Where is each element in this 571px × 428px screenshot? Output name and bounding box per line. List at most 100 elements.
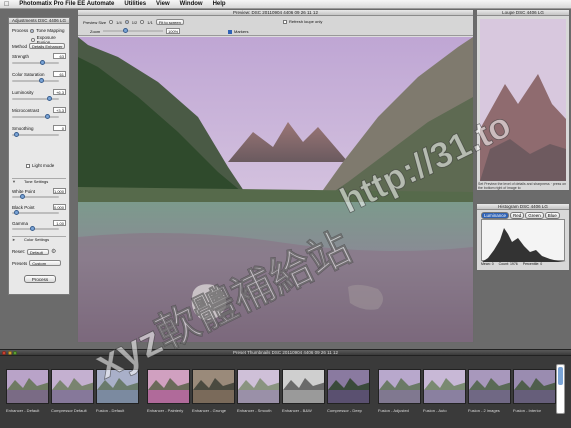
presets-row: Presets Custom	[12, 260, 66, 266]
refresh-loupe-checkbox[interactable]	[283, 19, 287, 24]
loupe-image[interactable]	[480, 19, 566, 181]
slider-row: Strength 63	[12, 53, 66, 59]
zoom-slider[interactable]	[103, 28, 164, 33]
size-quarter-label: 1/4	[116, 19, 122, 25]
thumbnail-image	[514, 370, 555, 403]
size-full-radio[interactable]	[140, 20, 145, 24]
slider-value-field[interactable]: 0	[53, 125, 66, 131]
gamma-slider[interactable]	[12, 226, 59, 231]
preset-thumbnail[interactable]	[513, 369, 556, 404]
presets-select[interactable]: Custom	[29, 260, 62, 266]
preset-thumbnail-label: Enhancer - Painterly	[147, 408, 184, 413]
preset-thumbnail[interactable]	[423, 369, 466, 404]
histogram-window: Histogram DSC 4406 LG Luminance Red Gree…	[476, 203, 570, 271]
method-row: Method Details Enhancer	[12, 43, 66, 49]
white-point-slider[interactable]	[12, 194, 59, 199]
hist-stat: Mean: 0	[481, 262, 494, 266]
reset-select[interactable]: Default	[27, 248, 50, 255]
preset-thumbnail[interactable]	[192, 369, 235, 404]
preset-thumbnail[interactable]	[327, 369, 370, 404]
preset-thumbnail[interactable]	[468, 369, 511, 404]
menu-view[interactable]: View	[156, 1, 170, 7]
menu-utilities[interactable]: Utilities	[124, 1, 146, 7]
slider-knob[interactable]	[47, 96, 53, 101]
adjustment-slider[interactable]	[12, 60, 59, 65]
adjustment-slider[interactable]	[12, 114, 59, 119]
preset-thumbnail-label: Fusion - 2 images	[468, 408, 500, 413]
apple-icon[interactable]: 	[4, 1, 9, 8]
zoom-icon[interactable]	[13, 351, 17, 355]
black-point-field[interactable]: 0.000	[53, 204, 66, 210]
slider-label: Microcontrast	[12, 107, 40, 113]
preset-thumbnail[interactable]	[147, 369, 190, 404]
preset-thumbnail[interactable]	[237, 369, 280, 404]
preset-thumbnail-label: Fusion - Auto	[423, 408, 447, 413]
menu-bar:  Photomatix Pro File EE Automate Utilit…	[0, 0, 571, 9]
exposure-fusion-radio[interactable]	[31, 38, 35, 42]
preview-title: Preview: DSC 20110904 4406 09 26 11 12	[233, 10, 318, 15]
markers-checkbox[interactable]	[228, 29, 232, 34]
zoom-slider-knob[interactable]	[123, 28, 129, 33]
preset-thumbnail[interactable]	[282, 369, 325, 404]
slider-knob[interactable]	[38, 78, 44, 83]
slider-knob[interactable]	[20, 194, 25, 199]
slider-knob[interactable]	[39, 60, 45, 65]
black-point-slider[interactable]	[12, 210, 59, 215]
disclosure-triangle-icon[interactable]: ►	[12, 237, 16, 242]
minimize-icon[interactable]	[7, 351, 12, 355]
slider-value-field[interactable]: 63	[53, 53, 66, 59]
tab-red[interactable]: Red	[510, 212, 525, 219]
slider-knob[interactable]	[44, 114, 50, 119]
color-settings-divider: ► Color Settings	[12, 236, 66, 242]
menu-help[interactable]: Help	[213, 1, 226, 7]
slider-knob[interactable]	[14, 210, 19, 215]
markers-label: Markers	[234, 29, 249, 34]
tone-settings-divider: ▼ Tone Settings	[12, 178, 66, 184]
disclosure-triangle-icon[interactable]: ▼	[12, 179, 16, 184]
preset-thumbnail-label: Enhancer - Smooth	[237, 408, 272, 413]
gamma-field[interactable]: 1.00	[53, 220, 66, 226]
adjustment-slider[interactable]	[12, 78, 59, 83]
size-quarter-radio[interactable]	[109, 20, 114, 24]
slider-knob[interactable]	[30, 226, 35, 231]
histogram-title: Histogram DSC 4406 LG	[498, 204, 548, 209]
preset-thumbnail[interactable]	[51, 369, 94, 404]
light-mode-checkbox[interactable]	[26, 163, 30, 168]
settings-icon[interactable]: ⚙	[51, 248, 56, 255]
loupe-window: Loupe DSC 4406 LG Set Preview the level …	[476, 9, 570, 191]
adjustments-title-bar: Adjustments DSC 4406 LG	[9, 18, 69, 24]
tone-mapping-label: Tone Mapping	[36, 28, 65, 33]
method-select[interactable]: Details Enhancer	[29, 43, 66, 49]
preset-thumbnail[interactable]	[378, 369, 421, 404]
zoom-field[interactable]: 100%	[166, 28, 181, 34]
filmstrip-scrollbar[interactable]	[556, 364, 565, 414]
slider-knob[interactable]	[14, 132, 20, 137]
menu-app-name[interactable]: Photomatix Pro File EE Automate	[19, 1, 114, 7]
thumbnail-strip	[6, 369, 556, 404]
slider-value-field[interactable]: +6.3	[53, 89, 66, 95]
tab-luminance[interactable]: Luminance	[481, 212, 510, 219]
size-half-radio[interactable]	[124, 20, 129, 24]
tab-blue[interactable]: Blue	[544, 212, 560, 219]
loupe-peaks-photo	[480, 19, 566, 181]
size-dropdown[interactable]: Fit to screen	[155, 19, 184, 25]
white-point-field[interactable]: 1.000	[53, 188, 66, 194]
adjustment-slider[interactable]	[12, 96, 59, 101]
loupe-caption: Set Preview the level of details and sha…	[478, 182, 567, 190]
close-icon[interactable]	[2, 351, 6, 355]
preset-thumbnail[interactable]	[6, 369, 49, 404]
adjustment-slider[interactable]	[12, 132, 59, 137]
slider-label: Smoothing	[12, 125, 34, 131]
process-button[interactable]: Process	[24, 275, 56, 283]
menu-window[interactable]: Window	[180, 1, 203, 7]
tone-mapping-radio[interactable]	[30, 28, 35, 33]
histogram-tabs: Luminance Red Green Blue	[481, 212, 560, 219]
tab-green[interactable]: Green	[525, 212, 544, 219]
scrollbar-thumb[interactable]	[558, 367, 563, 385]
light-mode-label: Light mode	[32, 163, 55, 168]
slider-value-field[interactable]: 61	[53, 71, 66, 77]
light-mode-row: Light mode	[12, 163, 66, 168]
slider-label: Color Saturation	[12, 71, 45, 77]
slider-value-field[interactable]: +3.3	[53, 107, 66, 113]
white-point-label: White Point	[12, 188, 36, 194]
